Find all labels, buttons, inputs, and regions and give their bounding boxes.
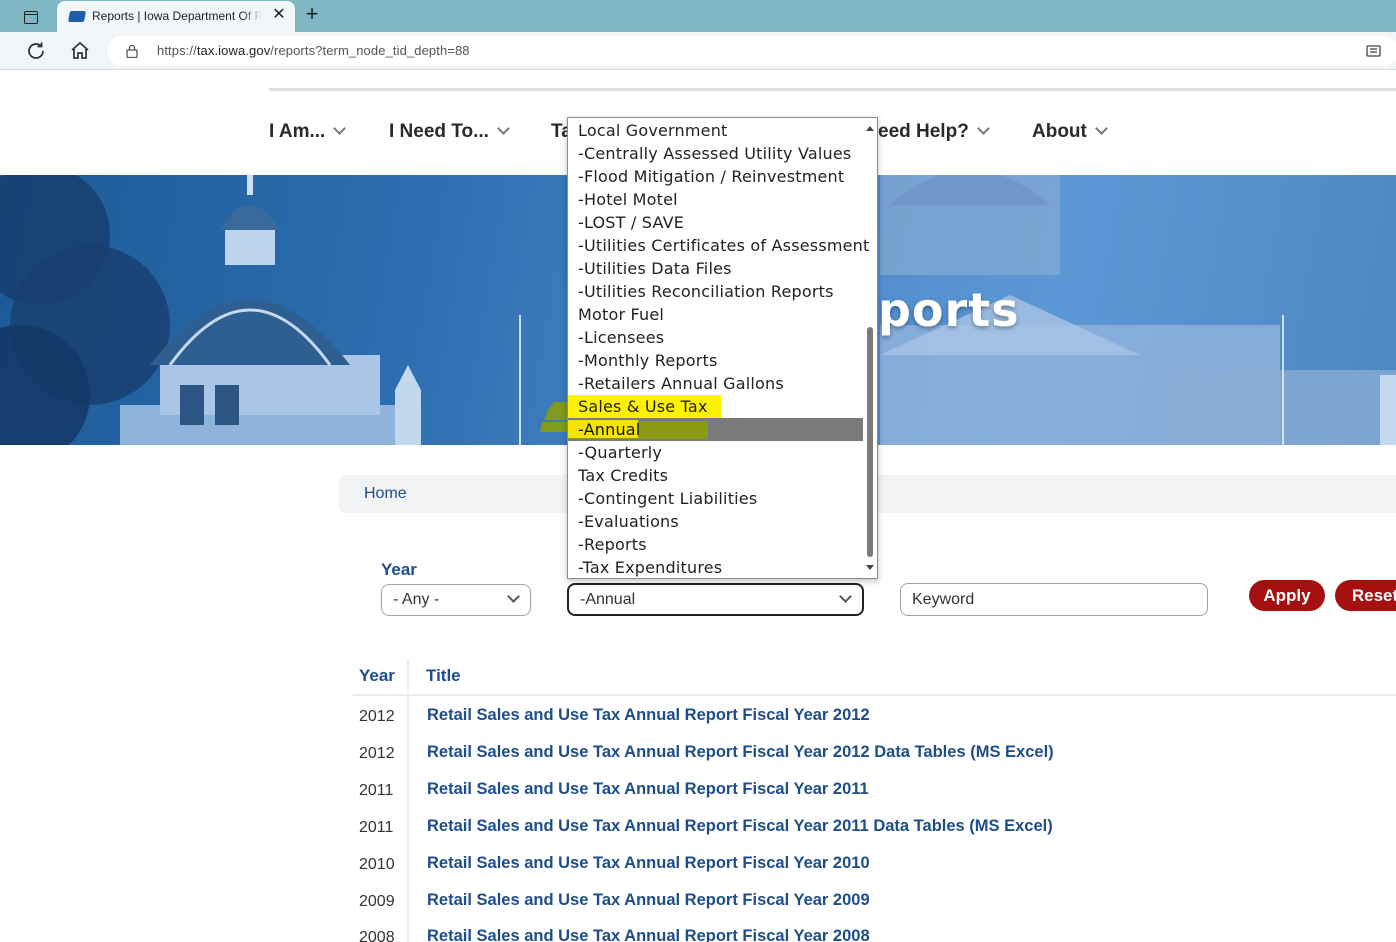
dropdown-option-highlighted[interactable]: Sales & Use Tax [568,395,721,418]
apply-button[interactable]: Apply [1249,580,1325,611]
tab-actions-icon[interactable] [14,6,48,28]
table-header-divider [353,694,1396,696]
dropdown-option[interactable]: -Licensees [568,326,863,349]
keyword-input[interactable]: Keyword [900,583,1208,616]
header-divider [269,88,1396,91]
scroll-down-arrow-icon[interactable] [866,565,874,570]
report-link[interactable]: Retail Sales and Use Tax Annual Report F… [427,817,1053,836]
report-link[interactable]: Retail Sales and Use Tax Annual Report F… [427,743,1054,762]
scrollbar-thumb[interactable] [867,327,873,557]
nav-i-am[interactable]: I Am... [269,121,347,143]
chevron-down-icon [497,122,510,135]
reload-icon[interactable] [24,39,48,63]
reset-button[interactable]: Reset [1335,580,1396,611]
iowa-favicon-icon [68,11,86,22]
category-select-value: -Annual [580,591,636,608]
column-header-year[interactable]: Year [359,666,395,686]
report-link[interactable]: Retail Sales and Use Tax Annual Report F… [427,927,870,942]
year-filter-label: Year [381,560,417,579]
breadcrumb-home-link[interactable]: Home [364,485,407,503]
tab-close-icon[interactable]: ✕ [270,6,288,24]
browser-tab-strip: Reports | Iowa Department Of Revenue ✕ + [0,0,1396,34]
address-bar[interactable]: https://tax.iowa.gov/reports?term_node_t… [108,36,1396,66]
report-link[interactable]: Retail Sales and Use Tax Annual Report F… [427,854,870,873]
report-link[interactable]: Retail Sales and Use Tax Annual Report F… [427,780,869,799]
chevron-down-icon [507,590,520,603]
nav-about[interactable]: About [1032,121,1108,143]
chevron-down-icon [839,590,852,603]
scroll-up-arrow-icon[interactable] [866,126,874,131]
table-row: 2012 Retail Sales and Use Tax Annual Rep… [359,701,1396,738]
year-select[interactable]: - Any - [381,584,531,616]
row-year: 2012 [359,708,395,725]
new-tab-icon[interactable]: + [301,3,323,26]
page-title: ports [878,283,1020,337]
browser-tab[interactable]: Reports | Iowa Department Of Revenue ✕ [57,1,295,34]
dropdown-option[interactable]: -Utilities Certificates of Assessment [568,234,869,257]
row-year: 2011 [359,782,394,799]
report-link[interactable]: Retail Sales and Use Tax Annual Report F… [427,891,870,910]
dropdown-option[interactable]: -Utilities Reconciliation Reports [568,280,863,303]
dropdown-option[interactable]: -Evaluations [568,510,863,533]
table-row: 2011 Retail Sales and Use Tax Annual Rep… [359,775,1396,812]
dropdown-option[interactable]: -Monthly Reports [568,349,863,372]
dropdown-option[interactable]: -Reports [568,533,863,556]
row-year: 2012 [359,745,395,762]
browser-toolbar: https://tax.iowa.gov/reports?term_node_t… [0,32,1396,70]
row-year: 2011 [359,819,394,836]
table-row: 2009 Retail Sales and Use Tax Annual Rep… [359,886,1396,923]
dropdown-option[interactable]: -LOST / SAVE [568,211,863,234]
table-row: 2010 Retail Sales and Use Tax Annual Rep… [359,849,1396,886]
dropdown-option[interactable]: -Quarterly [568,441,863,464]
table-row: 2008 Retail Sales and Use Tax Annual Rep… [359,922,1396,942]
year-select-value: - Any - [393,591,440,608]
category-dropdown-list[interactable]: Local Government -Centrally Assessed Uti… [567,117,878,579]
category-select[interactable]: -Annual [567,583,864,616]
row-year: 2010 [359,856,395,873]
table-row: 2012 Retail Sales and Use Tax Annual Rep… [359,738,1396,775]
dropdown-option[interactable]: -Utilities Data Files [568,257,863,280]
highlighter-mark [540,402,570,432]
url-text: https://tax.iowa.gov/reports?term_node_t… [157,43,470,58]
report-link[interactable]: Retail Sales and Use Tax Annual Report F… [427,706,870,725]
row-year: 2009 [359,893,395,910]
chevron-down-icon [333,122,347,135]
dropdown-option[interactable]: -Flood Mitigation / Reinvestment [568,165,863,188]
keyword-placeholder: Keyword [912,591,975,608]
table-row: 2011 Retail Sales and Use Tax Annual Rep… [359,812,1396,849]
dropdown-option[interactable]: -Contingent Liabilities [568,487,863,510]
column-header-title[interactable]: Title [426,666,461,686]
lock-icon[interactable] [126,44,138,58]
dropdown-option[interactable]: Tax Credits [568,464,863,487]
nav-i-need-to[interactable]: I Need To... [389,121,510,143]
tab-title: Reports | Iowa Department Of Revenue [92,9,262,23]
dropdown-option[interactable]: -Retailers Annual Gallons [568,372,863,395]
row-year: 2008 [359,929,395,942]
dropdown-option[interactable]: -Tax Expenditures [568,556,863,578]
chevron-down-icon [976,122,990,135]
dropdown-option[interactable]: -Hotel Motel [568,188,863,211]
dropdown-option-label: -Annual [578,420,641,439]
reading-view-icon[interactable] [1366,45,1384,58]
dropdown-option[interactable]: -Centrally Assessed Utility Values [568,142,863,165]
dropdown-option-selected[interactable]: -Annual [568,418,863,441]
dropdown-option[interactable]: Local Government [568,119,863,142]
chevron-down-icon [1095,122,1108,135]
nav-need-help[interactable]: eed Help? [878,121,990,143]
dropdown-scrollbar[interactable] [865,120,875,576]
dropdown-option[interactable]: Motor Fuel [568,303,863,326]
home-icon[interactable] [68,39,92,63]
